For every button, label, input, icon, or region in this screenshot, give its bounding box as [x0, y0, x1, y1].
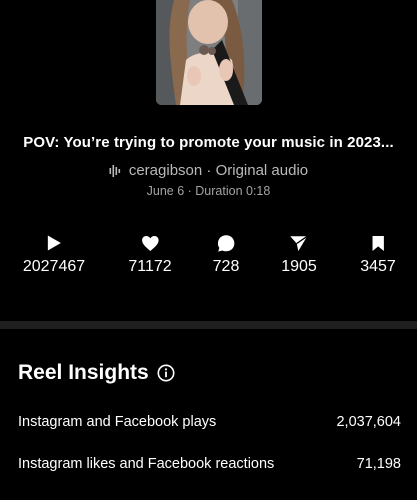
insights-title: Reel Insights — [18, 361, 149, 384]
section-divider — [0, 321, 417, 329]
info-icon[interactable] — [157, 364, 175, 382]
stat-comments-value: 728 — [212, 258, 240, 275]
stats-row: 2027467 71172 728 1905 3457 — [0, 232, 417, 282]
insight-row-value: 71,198 — [356, 456, 401, 472]
insight-row-label: Instagram likes and Facebook reactions — [18, 456, 275, 472]
audio-separator: · — [202, 162, 216, 179]
bookmark-icon — [360, 232, 396, 254]
insight-row-value: 2,037,604 — [336, 414, 401, 430]
heart-icon — [128, 232, 171, 254]
insights-header: Reel Insights — [18, 361, 175, 385]
insight-row-likes: Instagram likes and Facebook reactions 7… — [18, 456, 401, 472]
stat-likes: 71172 — [128, 232, 172, 276]
stat-plays-value: 2027467 — [22, 258, 86, 275]
stat-saves-value: 3457 — [360, 258, 396, 275]
comment-icon — [213, 232, 240, 254]
reel-thumbnail-image — [156, 0, 262, 105]
audio-username[interactable]: ceragibson — [129, 162, 202, 179]
audio-label[interactable]: Original audio — [216, 162, 309, 179]
share-icon — [281, 232, 317, 254]
stat-likes-value: 71172 — [128, 258, 172, 275]
stat-plays: 2027467 — [23, 232, 85, 276]
stat-saves: 3457 — [360, 232, 396, 276]
insight-row-label: Instagram and Facebook plays — [18, 414, 217, 430]
reel-thumbnail[interactable] — [156, 0, 262, 105]
date-duration: June 6 · Duration 0:18 — [146, 184, 271, 198]
audio-waveform-icon — [109, 164, 123, 178]
audio-info[interactable]: ceragibson · Original audio — [0, 162, 417, 179]
insight-row-plays: Instagram and Facebook plays 2,037,604 — [18, 414, 401, 430]
stat-comments: 728 — [212, 232, 240, 276]
play-icon — [23, 232, 85, 254]
stat-shares: 1905 — [281, 232, 317, 276]
reel-caption: POV: You’re trying to promote your music… — [23, 134, 394, 151]
stat-shares-value: 1905 — [281, 258, 317, 275]
